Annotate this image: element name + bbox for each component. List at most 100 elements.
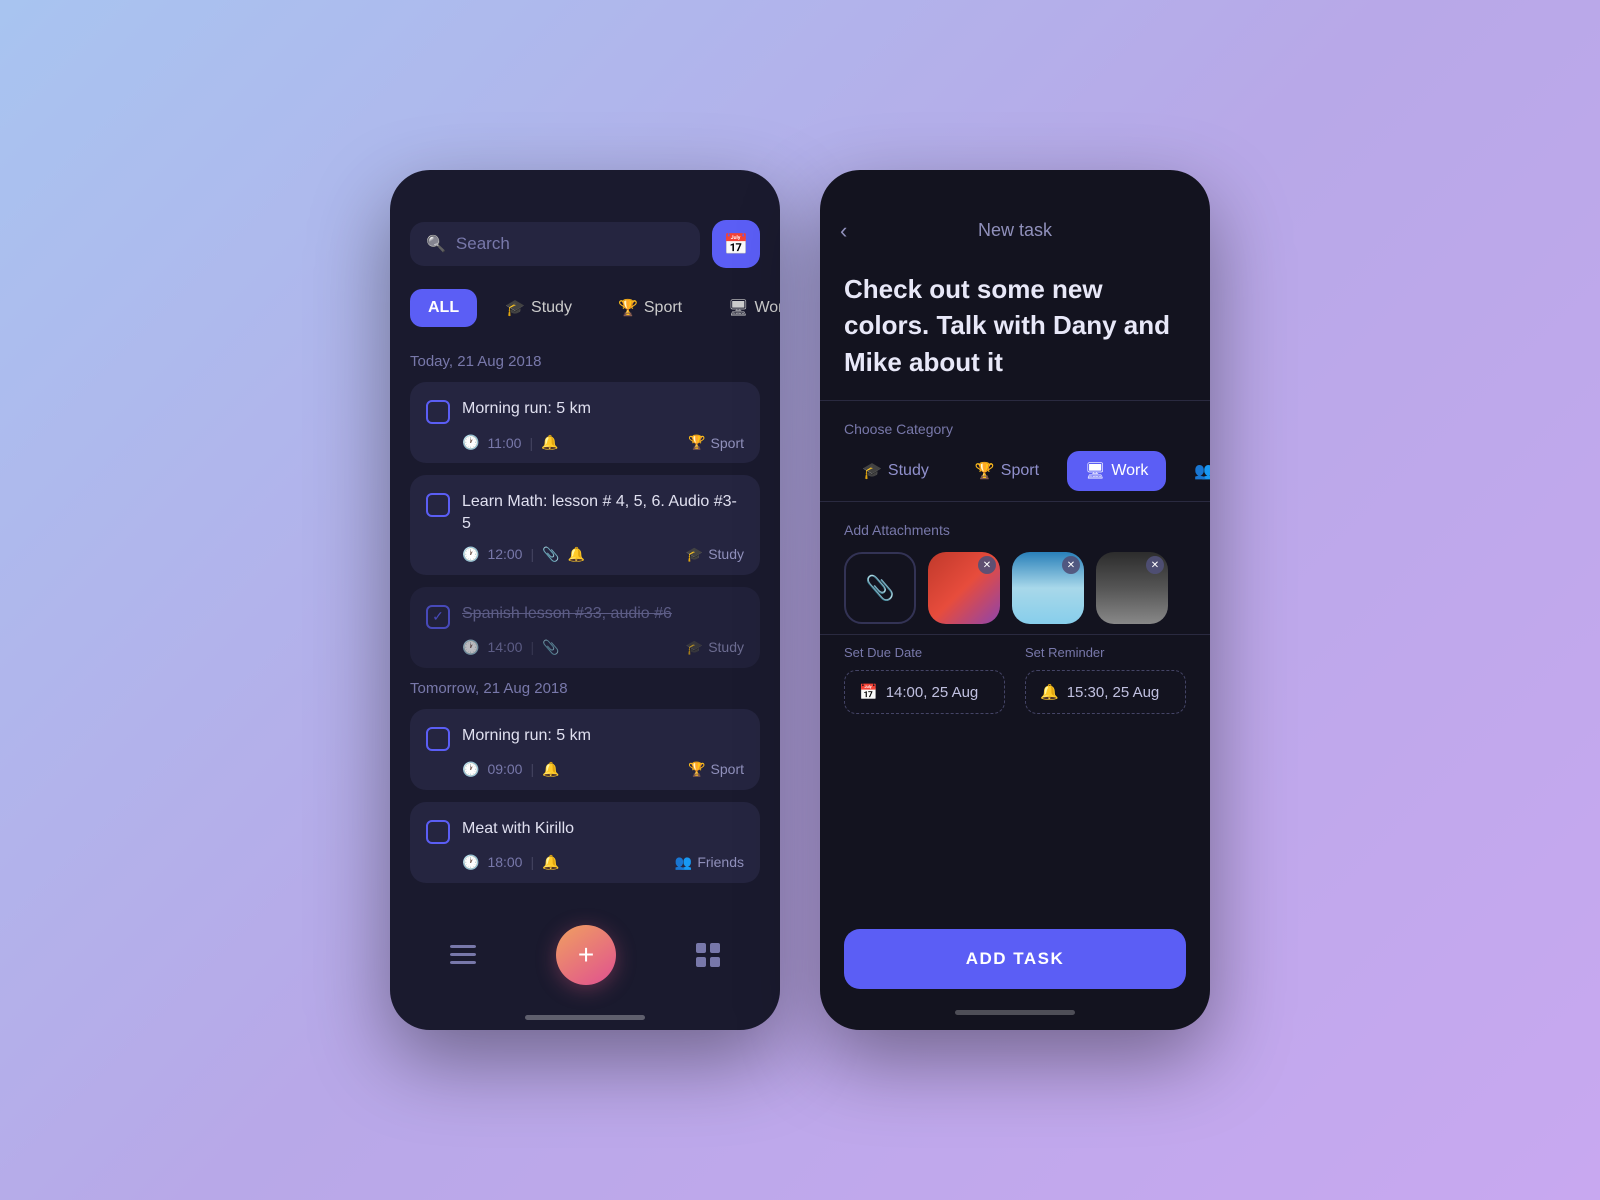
- home-indicator: [525, 1015, 645, 1020]
- tab-study[interactable]: 🎓 Study: [487, 288, 590, 328]
- add-attachments-label: Add Attachments: [844, 512, 1186, 538]
- bell-icon: 🔔: [542, 761, 559, 778]
- cat-friends[interactable]: 👥 Fri...: [1176, 451, 1210, 491]
- due-date-value: 14:00, 25 Aug: [886, 684, 979, 701]
- set-reminder-label: Set Reminder: [1025, 645, 1186, 660]
- task-header: Meat with Kirillo: [426, 818, 744, 844]
- filter-tabs: ALL 🎓 Study 🏆 Sport 🖥 Work: [390, 283, 780, 343]
- task-meta: 🕐 12:00 | 📎 🔔 🎓 Study: [426, 546, 744, 563]
- task-card[interactable]: Learn Math: lesson # 4, 5, 6. Audio #3-5…: [410, 475, 760, 575]
- task-header: Spanish lesson #33, audio #6: [426, 603, 744, 629]
- task-title: Morning run: 5 km: [462, 725, 744, 747]
- add-attachment-button[interactable]: 📎: [844, 552, 916, 624]
- bell-icon: 🔔: [541, 434, 558, 451]
- category-icon: 🏆: [688, 761, 705, 778]
- home-indicator: [955, 1010, 1075, 1015]
- category-pills: 🎓 Study 🏆 Sport 🖥 Work 👥 Fri...: [844, 451, 1186, 491]
- task-time: 🕐 11:00 | 🔔: [462, 434, 559, 451]
- tomorrow-label: Tomorrow, 21 Aug 2018: [410, 680, 760, 697]
- tasks-scroll: Today, 21 Aug 2018 Morning run: 5 km 🕐 1…: [390, 343, 780, 910]
- task-header: Morning run: 5 km: [426, 725, 744, 751]
- back-button[interactable]: ‹: [840, 218, 847, 244]
- bell-small-icon: 🔔: [1040, 683, 1059, 701]
- category-section: Choose Category 🎓 Study 🏆 Sport 🖥 Work 👥…: [820, 401, 1210, 501]
- set-due-date-label: Set Due Date: [844, 645, 1005, 660]
- clock-icon: 🕐: [462, 546, 479, 563]
- paperclip-icon: 📎: [865, 574, 895, 603]
- calendar-small-icon: 📅: [859, 683, 878, 701]
- task-category: 🏆 Sport: [688, 434, 744, 451]
- reminder-picker[interactable]: 🔔 15:30, 25 Aug: [1025, 670, 1186, 714]
- task-meta: 🕐 11:00 | 🔔 🏆 Sport: [426, 434, 744, 451]
- back-icon: ‹: [840, 218, 847, 243]
- task-time: 🕐 09:00 | 🔔: [462, 761, 560, 778]
- task-checkbox[interactable]: [426, 820, 450, 844]
- reminder-col: Set Reminder 🔔 15:30, 25 Aug: [1025, 645, 1186, 714]
- attachments-row: 📎 ✕ ✕ ✕: [844, 552, 1186, 624]
- cat-study[interactable]: 🎓 Study: [844, 451, 947, 491]
- clock-icon: 🕐: [462, 434, 479, 451]
- category-icon: 👥: [675, 854, 692, 871]
- search-area: Search 📅: [390, 170, 780, 283]
- task-time: 🕐 18:00 | 🔔: [462, 854, 560, 871]
- attachments-section: Add Attachments 📎 ✕ ✕ ✕: [820, 501, 1210, 634]
- work-icon: 🖥: [728, 298, 748, 318]
- task-card[interactable]: Spanish lesson #33, audio #6 🕐 14:00 | 📎…: [410, 587, 760, 668]
- task-checkbox[interactable]: [426, 605, 450, 629]
- add-task-fab[interactable]: +: [556, 925, 616, 985]
- bell-icon: 🔔: [542, 854, 559, 871]
- clock-icon: 🕐: [462, 761, 479, 778]
- task-meta: 🕐 14:00 | 📎 🎓 Study: [426, 639, 744, 656]
- choose-category-label: Choose Category: [844, 421, 1186, 437]
- task-card[interactable]: Morning run: 5 km 🕐 09:00 | 🔔 🏆 Sport: [410, 709, 760, 790]
- clock-icon: 🕐: [462, 854, 479, 871]
- calendar-button[interactable]: 📅: [712, 220, 760, 268]
- task-header: Morning run: 5 km: [426, 398, 744, 424]
- task-category: 👥 Friends: [675, 854, 744, 871]
- task-category: 🎓 Study: [686, 639, 744, 656]
- task-title: Learn Math: lesson # 4, 5, 6. Audio #3-5: [462, 491, 744, 536]
- menu-button[interactable]: [450, 945, 476, 965]
- task-card[interactable]: Meat with Kirillo 🕐 18:00 | 🔔 👥 Friends: [410, 802, 760, 883]
- bell-icon: 🔔: [568, 546, 585, 563]
- task-checkbox[interactable]: [426, 493, 450, 517]
- category-icon: 🎓: [686, 639, 703, 656]
- cat-sport[interactable]: 🏆 Sport: [957, 451, 1057, 491]
- add-task-button[interactable]: ADD TASK: [844, 929, 1186, 989]
- task-header: Learn Math: lesson # 4, 5, 6. Audio #3-5: [426, 491, 744, 536]
- task-title: Morning run: 5 km: [462, 398, 744, 420]
- tab-sport[interactable]: 🏆 Sport: [600, 288, 700, 328]
- task-time: 🕐 14:00 | 📎: [462, 639, 560, 656]
- tab-work[interactable]: 🖥 Work: [710, 288, 780, 328]
- friends-cat-icon: 👥: [1194, 461, 1210, 481]
- search-input-wrap[interactable]: Search: [410, 222, 700, 266]
- due-date-picker[interactable]: 📅 14:00, 25 Aug: [844, 670, 1005, 714]
- task-category: 🎓 Study: [686, 546, 744, 563]
- task-checkbox[interactable]: [426, 727, 450, 751]
- plus-icon: +: [578, 941, 594, 969]
- task-meta: 🕐 18:00 | 🔔 👥 Friends: [426, 854, 744, 871]
- category-icon: 🏆: [688, 434, 705, 451]
- today-label: Today, 21 Aug 2018: [410, 353, 760, 370]
- calendar-icon: 📅: [724, 232, 749, 257]
- search-icon: [426, 234, 446, 254]
- date-reminder-section: Set Due Date 📅 14:00, 25 Aug Set Reminde…: [820, 634, 1210, 724]
- study-icon: 🎓: [505, 298, 525, 318]
- cat-work[interactable]: 🖥 Work: [1067, 451, 1166, 491]
- new-task-title: New task: [978, 220, 1052, 241]
- search-input-placeholder: Search: [456, 234, 510, 254]
- tab-all[interactable]: ALL: [410, 289, 477, 327]
- task-title-field[interactable]: Check out some new colors. Talk with Dan…: [820, 261, 1210, 401]
- task-category: 🏆 Sport: [688, 761, 744, 778]
- attachment-2: ✕: [1012, 552, 1084, 624]
- task-card[interactable]: Morning run: 5 km 🕐 11:00 | 🔔 🏆 Sport: [410, 382, 760, 463]
- right-phone: ‹ New task Check out some new colors. Ta…: [820, 170, 1210, 1030]
- task-meta: 🕐 09:00 | 🔔 🏆 Sport: [426, 761, 744, 778]
- attachment-1: ✕: [928, 552, 1000, 624]
- clock-icon: 🕐: [462, 639, 479, 656]
- category-icon: 🎓: [686, 546, 703, 563]
- work-cat-icon: 🖥: [1085, 461, 1105, 481]
- study-cat-icon: 🎓: [862, 461, 882, 481]
- task-checkbox[interactable]: [426, 400, 450, 424]
- grid-button[interactable]: [696, 943, 720, 967]
